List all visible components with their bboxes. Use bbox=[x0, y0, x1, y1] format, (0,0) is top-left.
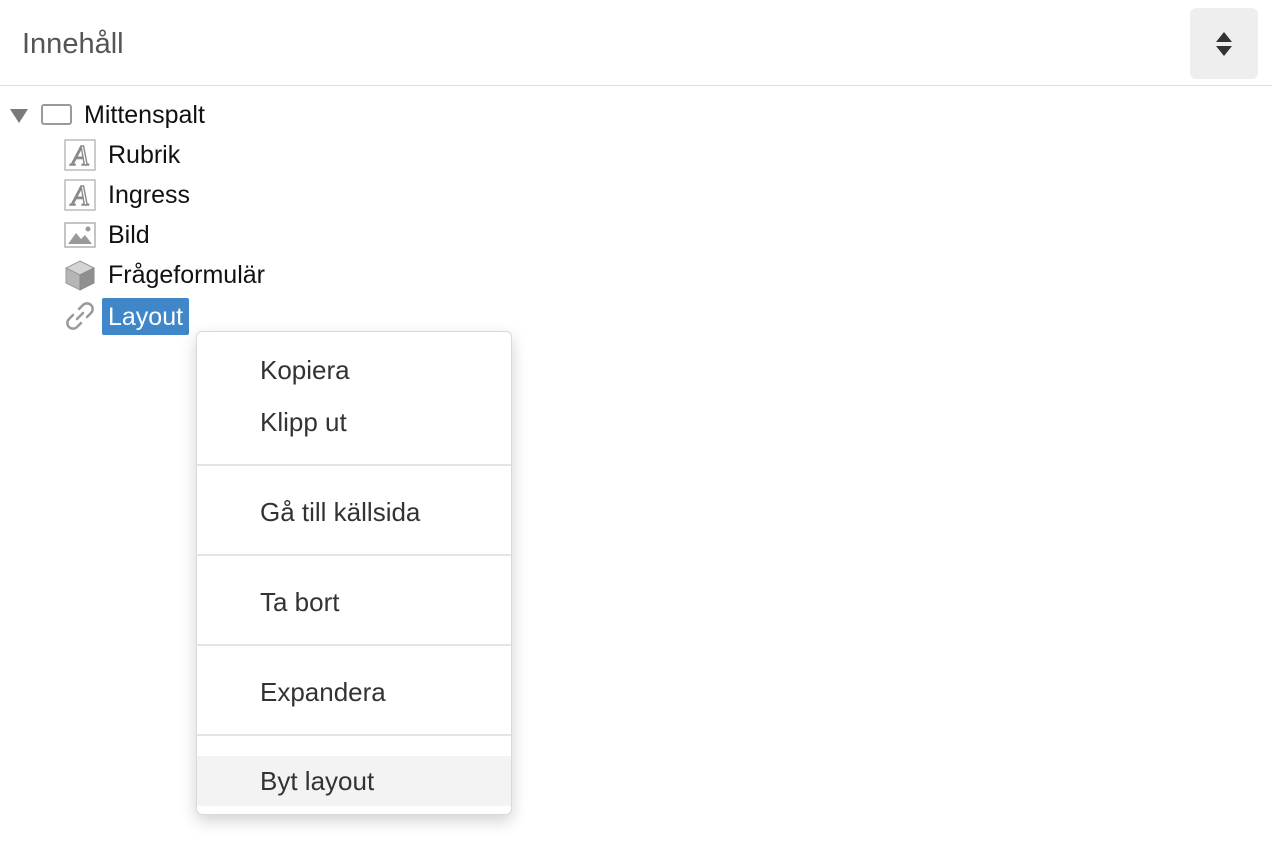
menu-item-expandera[interactable]: Expandera bbox=[197, 667, 511, 717]
menu-divider bbox=[197, 734, 511, 736]
tree-node-label: Ingress bbox=[108, 181, 190, 209]
menu-divider bbox=[197, 464, 511, 466]
tree-node-label: Mittenspalt bbox=[84, 101, 205, 129]
panel-header: Innehåll bbox=[0, 0, 1272, 86]
tree-node-label: Bild bbox=[108, 221, 150, 249]
cube-icon bbox=[64, 260, 96, 291]
panel-title: Innehåll bbox=[22, 28, 124, 60]
svg-text:A: A bbox=[69, 181, 89, 211]
tree-node-rubrik[interactable]: A Rubrik bbox=[64, 137, 180, 173]
menu-item-ga-till-kallsida[interactable]: Gå till källsida bbox=[197, 487, 511, 537]
context-menu: Kopiera Klipp ut Gå till källsida Ta bor… bbox=[196, 331, 512, 815]
menu-divider bbox=[197, 554, 511, 556]
tree-node-label: Frågeformulär bbox=[108, 261, 265, 289]
tree-node-root[interactable]: Mittenspalt bbox=[8, 97, 205, 133]
tree-node-layout[interactable]: Layout bbox=[64, 297, 190, 335]
menu-item-kopiera[interactable]: Kopiera bbox=[197, 345, 511, 395]
text-a-icon: A bbox=[64, 139, 96, 171]
svg-text:A: A bbox=[69, 141, 89, 171]
image-icon bbox=[64, 222, 96, 248]
menu-divider bbox=[197, 644, 511, 646]
menu-item-byt-layout[interactable]: Byt layout bbox=[197, 756, 511, 806]
tree-node-label-selected: Layout bbox=[102, 297, 190, 335]
menu-item-klipp-ut[interactable]: Klipp ut bbox=[197, 397, 511, 447]
tree-node-frageformular[interactable]: Frågeformulär bbox=[64, 257, 265, 293]
tree-node-label: Rubrik bbox=[108, 141, 181, 169]
tree-node-bild[interactable]: Bild bbox=[64, 217, 150, 253]
expand-triangle-icon[interactable] bbox=[8, 105, 30, 125]
tree-node-ingress[interactable]: A Ingress bbox=[64, 177, 190, 213]
menu-item-ta-bort[interactable]: Ta bort bbox=[197, 577, 511, 627]
rectangle-region-icon bbox=[41, 104, 72, 125]
text-a-icon: A bbox=[64, 179, 96, 211]
sort-toggle-button[interactable] bbox=[1190, 8, 1258, 79]
sort-updown-icon bbox=[1216, 31, 1232, 56]
link-icon bbox=[66, 302, 94, 330]
